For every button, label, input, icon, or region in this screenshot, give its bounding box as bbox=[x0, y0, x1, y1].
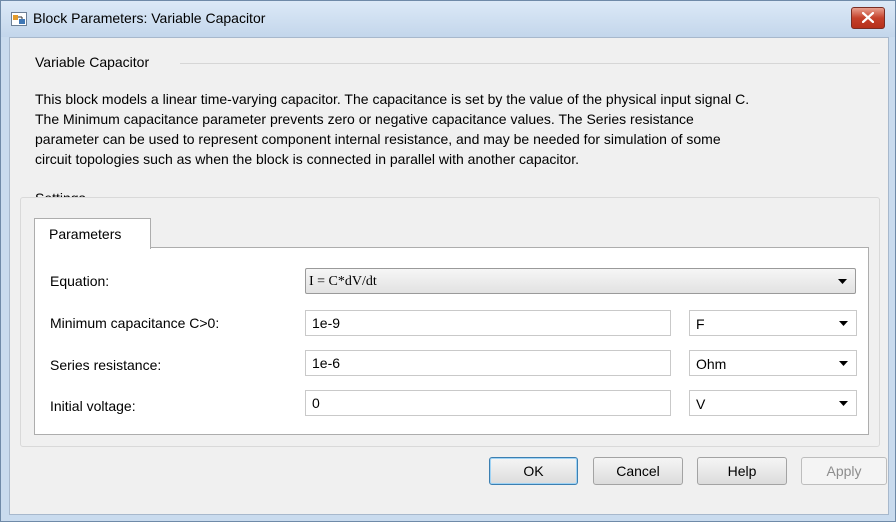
description-line: circuit topologies such as when the bloc… bbox=[35, 151, 579, 167]
close-button[interactable] bbox=[851, 7, 885, 29]
title-bar[interactable]: Block Parameters: Variable Capacitor bbox=[1, 1, 895, 37]
group-divider bbox=[180, 63, 880, 64]
apply-button[interactable]: Apply bbox=[801, 457, 887, 485]
close-icon bbox=[862, 12, 874, 23]
initial-voltage-label: Initial voltage: bbox=[50, 398, 136, 414]
description-line: parameter can be used to represent compo… bbox=[35, 131, 721, 147]
description-line: The Minimum capacitance parameter preven… bbox=[35, 111, 694, 127]
block-group-label: Variable Capacitor bbox=[35, 54, 150, 70]
unit-value: Ohm bbox=[696, 356, 727, 372]
help-button[interactable]: Help bbox=[697, 457, 787, 485]
tab-parameters[interactable]: Parameters bbox=[34, 218, 151, 249]
chevron-down-icon bbox=[838, 279, 847, 284]
simulink-block-icon bbox=[11, 11, 27, 27]
ok-button[interactable]: OK bbox=[489, 457, 578, 485]
chevron-down-icon bbox=[839, 361, 848, 366]
equation-value: I = C*dV/dt bbox=[309, 274, 377, 289]
equation-label: Equation: bbox=[50, 273, 110, 289]
min-capacitance-input[interactable] bbox=[305, 310, 671, 336]
series-resistance-unit-dropdown[interactable]: Ohm bbox=[689, 350, 857, 376]
equation-dropdown[interactable]: I = C*dV/dt bbox=[305, 268, 856, 294]
block-description: This block models a linear time-varying … bbox=[35, 89, 883, 169]
min-capacitance-label: Minimum capacitance C>0: bbox=[50, 315, 220, 331]
description-line: This block models a linear time-varying … bbox=[35, 91, 750, 107]
series-resistance-label: Series resistance: bbox=[50, 357, 162, 373]
cancel-button[interactable]: Cancel bbox=[593, 457, 683, 485]
initial-voltage-unit-dropdown[interactable]: V bbox=[689, 390, 857, 416]
series-resistance-input[interactable] bbox=[305, 350, 671, 376]
unit-value: V bbox=[696, 396, 706, 412]
initial-voltage-input[interactable] bbox=[305, 390, 671, 416]
dialog-window: Block Parameters: Variable Capacitor Var… bbox=[0, 0, 896, 522]
min-capacitance-unit-dropdown[interactable]: F bbox=[689, 310, 857, 336]
tab-label: Parameters bbox=[49, 226, 122, 242]
chevron-down-icon bbox=[839, 401, 848, 406]
window-title: Block Parameters: Variable Capacitor bbox=[33, 10, 266, 26]
unit-value: F bbox=[696, 316, 705, 332]
chevron-down-icon bbox=[839, 321, 848, 326]
